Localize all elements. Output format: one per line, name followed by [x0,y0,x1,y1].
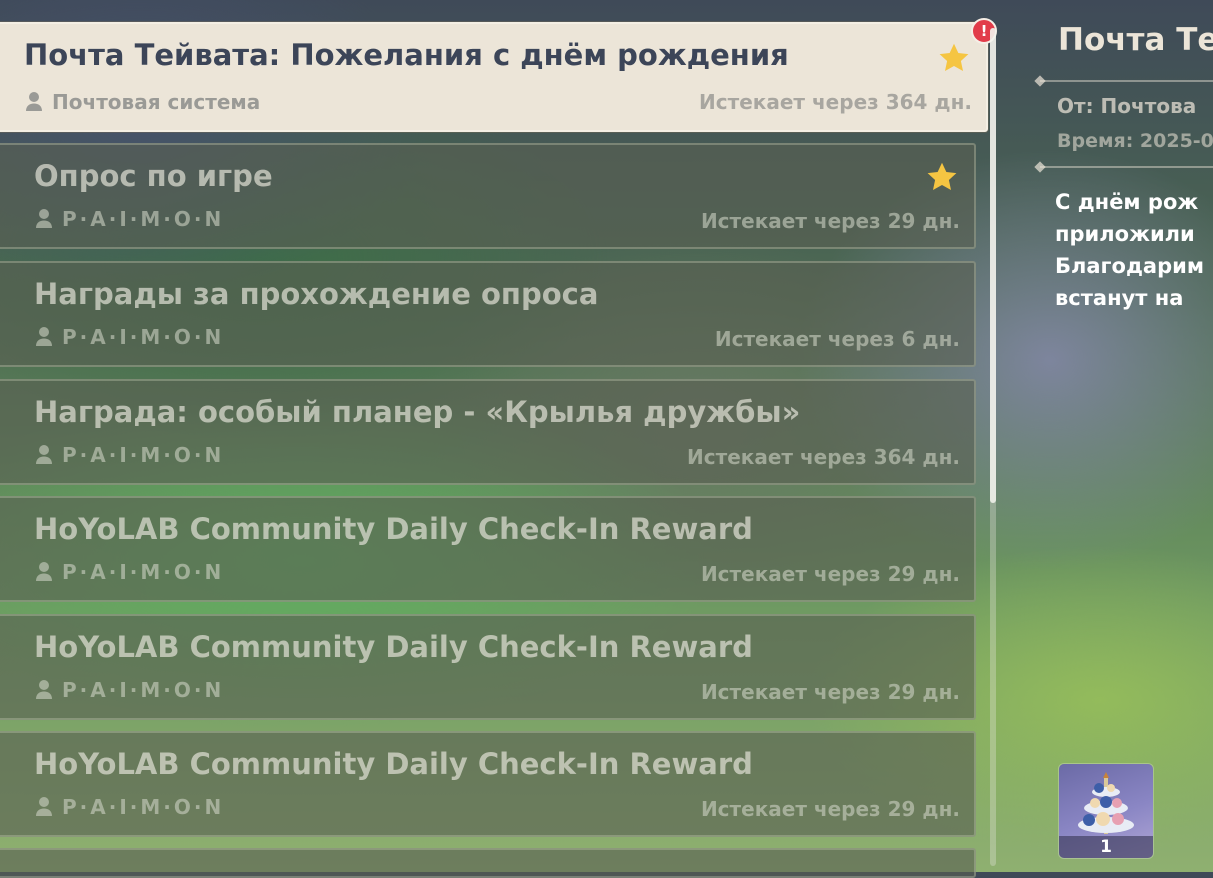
mail-expiry: Истекает через 364 дн. [699,90,972,114]
mail-sender: P·A·I·M·O·N [62,325,225,349]
mail-expiry: Истекает через 29 дн. [700,209,960,233]
body-line: приложили [1055,222,1195,246]
star-icon[interactable] [924,159,960,195]
person-icon [26,92,42,111]
person-icon [36,680,52,699]
attachment-item[interactable]: 1 [1059,764,1153,858]
mail-title: Награды за прохождение опроса [34,277,599,311]
mail-title: Награда: особый планер - «Крылья дружбы» [34,395,801,429]
cake-stand-icon [1078,772,1134,834]
person-icon [36,209,52,228]
mail-card[interactable]: Опрос по игре P·A·I·M·O·N Истекает через… [0,143,976,249]
person-icon [36,445,52,464]
mail-sender: Почтовая система [52,90,261,114]
mail-sender: P·A·I·M·O·N [62,560,225,584]
mail-title: Почта Тейвата: Пожелания с днём рождения [24,38,789,72]
mail-title: HoYoLAB Community Daily Check-In Reward [34,512,753,546]
detail-body: С днём рож приложили Благодарим встанут … [1055,186,1213,314]
body-line: Благодарим [1055,254,1204,278]
mail-sender: P·A·I·M·O·N [62,443,225,467]
star-icon[interactable] [936,40,972,76]
body-line: С днём рож [1055,190,1199,214]
mail-sender: P·A·I·M·O·N [62,207,225,231]
mail-sender: P·A·I·M·O·N [62,678,225,702]
person-icon [36,327,52,346]
mail-card[interactable]: HoYoLAB Community Daily Check-In Reward … [0,496,976,602]
scrollbar-thumb[interactable] [990,28,996,503]
mail-card-partial[interactable] [0,848,976,878]
mail-card[interactable]: HoYoLAB Community Daily Check-In Reward … [0,614,976,720]
mail-expiry: Истекает через 6 дн. [714,327,960,351]
divider [1040,166,1213,168]
person-icon [36,562,52,581]
mail-expiry: Истекает через 364 дн. [687,445,960,469]
mail-detail-panel: Почта Те От: Почтова Время: 2025-0 С днё… [1005,0,1213,872]
body-line: встанут на [1055,286,1184,310]
mail-expiry: Истекает через 29 дн. [700,562,960,586]
mail-card[interactable]: HoYoLAB Community Daily Check-In Reward … [0,731,976,837]
detail-time: Время: 2025-0 [1057,130,1213,152]
mail-card[interactable]: Награда: особый планер - «Крылья дружбы»… [0,379,976,485]
mail-card[interactable]: Награды за прохождение опроса P·A·I·M·O·… [0,261,976,367]
detail-from: От: Почтова [1057,94,1197,118]
divider [1040,80,1213,82]
mail-expiry: Истекает через 29 дн. [700,797,960,821]
mail-list: Почта Тейвата: Пожелания с днём рождения… [0,0,1000,878]
mail-card-selected[interactable]: Почта Тейвата: Пожелания с днём рождения… [0,22,988,132]
detail-title: Почта Те [1058,22,1213,58]
mail-title: HoYoLAB Community Daily Check-In Reward [34,747,753,781]
mail-expiry: Истекает через 29 дн. [700,680,960,704]
person-icon [36,797,52,816]
mail-title: Опрос по игре [34,159,273,193]
mail-title: HoYoLAB Community Daily Check-In Reward [34,630,753,664]
mail-sender: P·A·I·M·O·N [62,795,225,819]
attachment-count: 1 [1059,836,1153,858]
